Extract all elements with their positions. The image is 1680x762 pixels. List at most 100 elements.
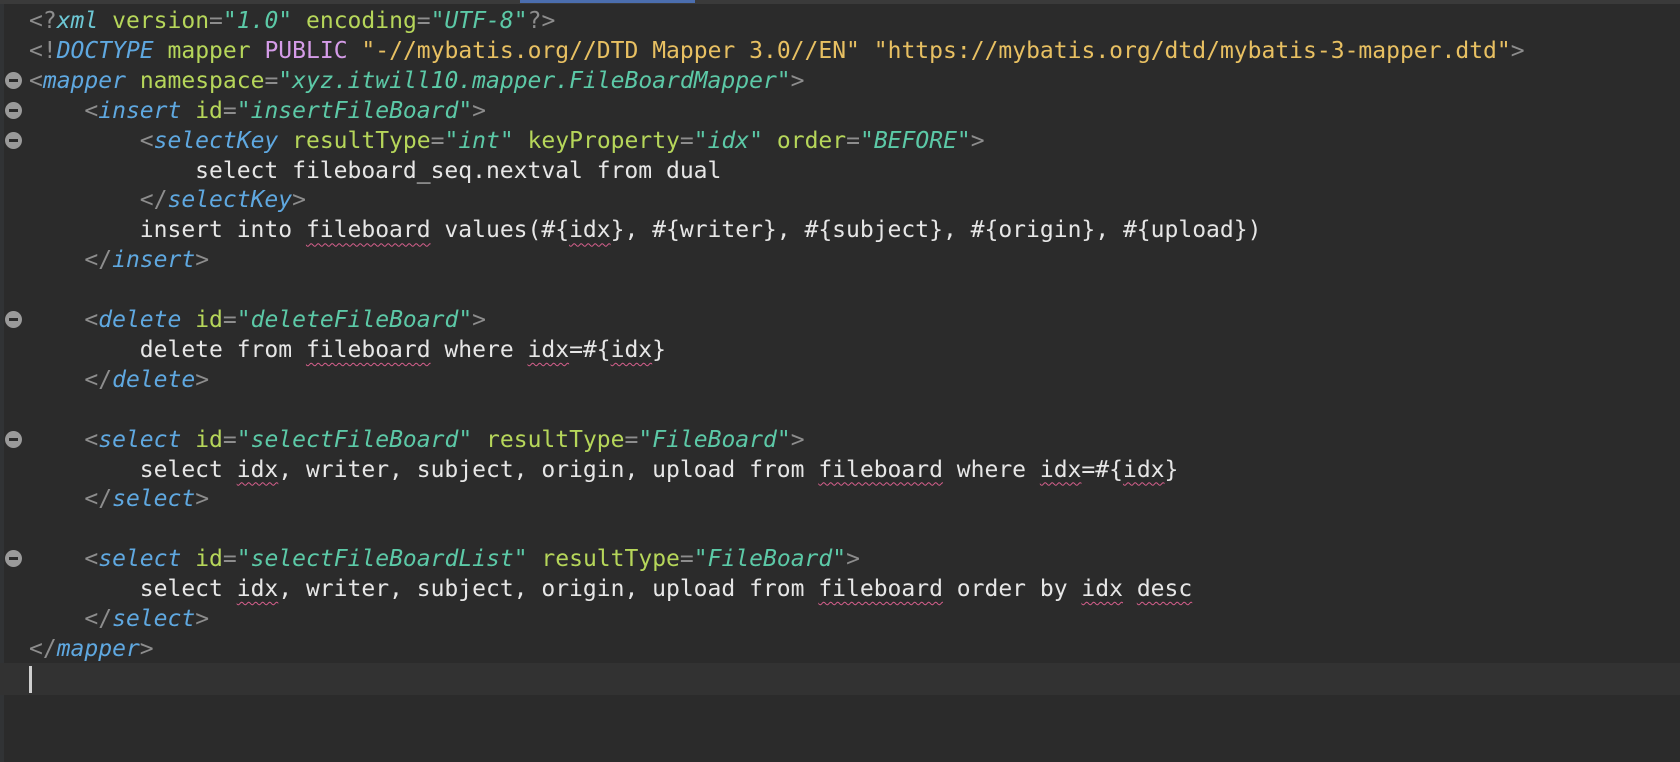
code-token: </ [139, 187, 168, 214]
code-token: encoding [306, 8, 417, 34]
code-line-text: select idx, writer, subject, origin, upl… [29, 454, 1179, 486]
fold-collapse-icon[interactable] [5, 101, 22, 119]
code-line[interactable]: insert into fileboard values(#{idx}, #{w… [0, 214, 1680, 246]
code-token: > [1510, 37, 1525, 64]
code-token: < [29, 67, 43, 94]
code-token: select fileboard_seq.nextval from dual [29, 157, 722, 184]
code-line[interactable]: <!DOCTYPE mapper PUBLIC "-//mybatis.org/… [0, 35, 1680, 67]
code-line-text: <mapper namespace="xyz.itwill10.mapper.F… [29, 65, 805, 97]
code-line[interactable]: <?xml version="1.0" encoding="UTF-8"?> [0, 5, 1680, 37]
fold-collapse-icon[interactable] [5, 430, 22, 448]
code-line[interactable]: </select> [0, 483, 1680, 515]
code-token: < [84, 97, 99, 124]
code-line[interactable]: <mapper namespace="xyz.itwill10.mapper.F… [0, 65, 1680, 97]
scrollbar-thumb[interactable] [520, 0, 695, 3]
code-token: > [472, 307, 487, 333]
code-line[interactable]: </insert> [0, 244, 1680, 276]
code-token: select [112, 606, 196, 632]
code-line[interactable] [0, 274, 1680, 306]
code-token: delete [112, 366, 196, 393]
code-token: delete from [29, 336, 306, 363]
code-token: = [846, 127, 860, 154]
code-token: insert into [29, 217, 306, 244]
code-token: "selectFileBoardList" [236, 546, 528, 573]
code-token: namespace [139, 67, 265, 94]
xml-code-editor[interactable]: <?xml version="1.0" encoding="UTF-8"?> <!… [0, 0, 1680, 762]
code-token: =#{ [1081, 456, 1123, 483]
code-line[interactable]: <insert id="insertFileBoard"> [0, 95, 1680, 127]
code-token: PUBLIC [264, 37, 348, 64]
code-line[interactable]: select idx , writer, subject, origin, upl… [0, 573, 1680, 605]
code-token: , writer, subject, origin, upload from [278, 576, 819, 603]
code-line[interactable]: </mapper> [0, 633, 1680, 665]
spell-check-word: idx [1039, 456, 1082, 483]
code-line-text: select fileboard_seq.nextval from dual [29, 155, 721, 187]
code-line-text: </selectKey> [29, 184, 306, 216]
code-token: <? [29, 8, 57, 34]
code-token: selectKey [167, 187, 293, 214]
fold-collapse-icon[interactable] [5, 71, 22, 89]
code-line[interactable]: <selectKey resultType="int" keyProperty=… [0, 125, 1680, 157]
code-line-text: </mapper> [29, 633, 154, 665]
code-line[interactable]: select fileboard_seq.nextval from dual [0, 155, 1680, 187]
code-token: resultType [292, 127, 431, 154]
code-token: = [624, 426, 639, 453]
fold-collapse-icon[interactable] [5, 131, 22, 149]
code-token: > [292, 187, 306, 214]
code-token: id [195, 546, 223, 573]
code-line[interactable]: select idx, writer, subject, origin, upl… [0, 454, 1680, 486]
code-token: "int" [444, 127, 514, 154]
code-line[interactable] [0, 513, 1680, 545]
code-token: , writer, subject, origin, upload from [278, 456, 819, 483]
code-line[interactable]: </selectKey> [0, 184, 1680, 216]
code-token: < [139, 127, 154, 154]
code-token: = [264, 67, 279, 94]
code-line[interactable] [0, 394, 1680, 426]
code-token: = [209, 8, 223, 34]
code-line-text: <?xml version="1.0" encoding="UTF-8"?> [29, 5, 555, 37]
spell-check-word: idx [1081, 576, 1123, 603]
code-line[interactable]: delete from fileboard where idx=#{idx} [0, 334, 1680, 366]
code-line[interactable]: <delete id="deleteFileBoard"> [0, 304, 1680, 336]
code-line[interactable] [0, 662, 1680, 695]
code-token: "1.0" [222, 8, 293, 34]
code-token: "FileBoard" [638, 426, 791, 453]
code-token: select [98, 426, 182, 453]
code-line[interactable]: <select id="selectFileBoard" resultType=… [0, 424, 1680, 456]
code-line[interactable]: <select id="selectFileBoardList" resultT… [0, 543, 1680, 575]
fold-collapse-icon[interactable] [5, 311, 22, 328]
code-token: order by [942, 576, 1082, 603]
code-token: > [195, 486, 210, 513]
code-token: id [195, 426, 223, 453]
code-token: </ [29, 635, 57, 662]
code-token: "UTF-8" [430, 8, 528, 34]
code-token: = [222, 97, 237, 124]
code-token: resultType [541, 546, 680, 573]
code-token: mapper [167, 37, 251, 64]
code-token: resultType [486, 426, 625, 453]
code-token: delete [98, 307, 182, 333]
horizontal-scrollbar[interactable] [0, 0, 1680, 4]
code-token: select [29, 576, 237, 603]
code-line[interactable]: </select> [0, 603, 1680, 635]
code-token: </ [84, 366, 113, 393]
code-token: "xyz.itwill10.mapper.FileBoardMapper" [278, 67, 791, 94]
fold-collapse-icon[interactable] [5, 550, 22, 568]
code-line[interactable]: </delete> [0, 364, 1680, 396]
code-token: xml [56, 8, 99, 34]
code-token: select [98, 546, 182, 573]
code-token: < [84, 546, 99, 573]
code-token: } [1164, 456, 1179, 483]
code-token: selectKey [153, 127, 279, 154]
